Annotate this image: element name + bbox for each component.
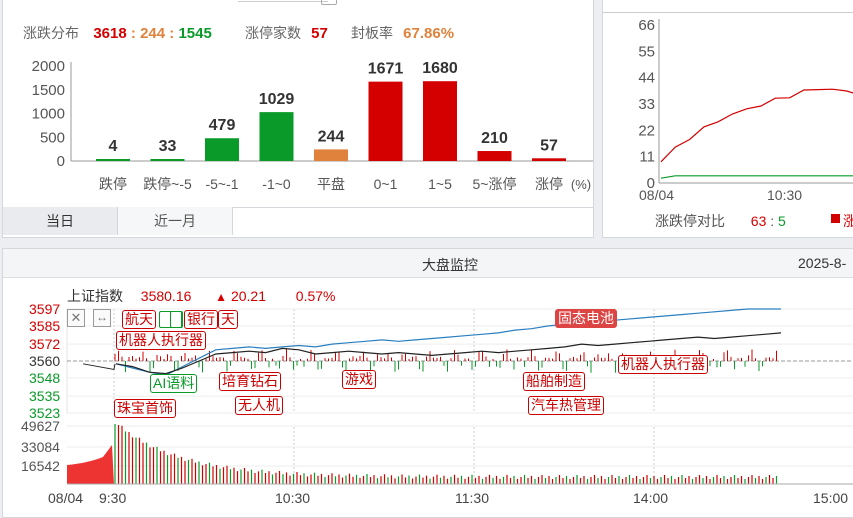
x-tick-label: 10:30 (767, 187, 802, 203)
x-tick-label: 涨停 (535, 176, 563, 192)
compare-legend: 涨跌停对比 63 : 5 (655, 211, 786, 231)
bar (314, 149, 348, 161)
x-tick-label: 14:00 (633, 490, 668, 506)
concept-tag[interactable]: 航天 (122, 310, 156, 329)
bar-value-label: 57 (540, 137, 558, 154)
bar-value-label: 210 (481, 130, 508, 147)
market-monitor-panel: 大盘监控 2025-8- 上证指数 3580.16 ▲ 20.21 0.57% … (2, 248, 853, 518)
compare-legend-label: 涨跌停对比 (655, 213, 725, 229)
concept-tag[interactable]: 无人机 (235, 396, 283, 415)
x-tick-label: 10:30 (275, 490, 310, 506)
tab-month[interactable]: 近一月 (117, 207, 233, 235)
concept-tag[interactable]: 汽车热管理 (528, 396, 604, 415)
legend-series-label: 涨 (843, 213, 853, 229)
x-tick-label: 9:30 (99, 490, 126, 506)
volume-tick-label: 33084 (21, 439, 60, 455)
x-tick-label: 跌停~-5 (143, 176, 192, 192)
legend-swatch-red (831, 214, 840, 223)
concept-tag[interactable]: 培育钻石 (219, 372, 281, 391)
bar (423, 81, 457, 161)
preopen-line (82, 363, 116, 371)
y-tick-label: 55 (638, 43, 655, 60)
y-tick-label: 1500 (32, 82, 65, 99)
y-tick-label: 3560 (29, 353, 60, 369)
bar-value-label: 1680 (422, 60, 458, 77)
bar (259, 112, 294, 161)
concept-tag-highlight[interactable]: 固态电池 (555, 309, 617, 328)
volume-tick-label: 16542 (21, 458, 60, 474)
concept-tag[interactable]: 天 (218, 310, 238, 329)
limit-compare-chart: 665544332211008/04 10:30 (638, 17, 853, 203)
x-tick-label: 0~1 (374, 176, 398, 192)
x-tick-label: 08/04 (639, 187, 674, 203)
compare-up: 63 (750, 213, 767, 229)
y-tick-label: 3585 (29, 318, 60, 334)
y-tick-label: 1000 (32, 106, 65, 123)
close-icon[interactable]: ✕ (67, 309, 85, 327)
x-tick-label: 平盘 (317, 176, 345, 192)
preopen-volume-area (67, 445, 114, 484)
y-tick-label: 44 (638, 70, 655, 87)
y-tick-label: 3535 (29, 388, 60, 404)
bar-value-label: 1671 (368, 61, 404, 78)
concept-tag[interactable]: 游戏 (342, 370, 376, 389)
x-tick-label: 跌停 (99, 176, 127, 192)
x-tick-label: 1~5 (428, 176, 452, 192)
volume-tick-label: 49627 (21, 418, 60, 434)
concept-tag[interactable]: 银行 (184, 310, 218, 329)
limit-compare-panel: 66 55 44 33 22 11 0 08/04 10:30 涨跌停对比 63 : 5 涨 (602, 0, 853, 238)
distribution-panel: 涨跌分布 3618 : 244 : 1545 涨停家数 57 封板率 67.86… (2, 0, 594, 238)
y-tick-label: 3572 (29, 336, 60, 352)
bar-value-label: 479 (209, 117, 236, 134)
intraday-chart: 3597358535723560354835353523496273308416… (21, 301, 853, 506)
bar-value-label: 33 (159, 138, 177, 155)
x-tick-label: -1~0 (262, 176, 291, 192)
x-tick-label: 11:30 (455, 490, 489, 506)
concept-tag[interactable]: 船舶制造 (523, 372, 585, 391)
y-tick-label: 3548 (29, 370, 60, 386)
y-tick-label: 2000 (32, 58, 65, 75)
compare-down: 5 (778, 213, 786, 229)
series-line (660, 175, 853, 179)
y-tick-label: 11 (639, 149, 655, 166)
distribution-bar-chart: 2000 1500 1000 500 0 4 跌停 33 跌停~-5 479 -5~-1 1029 -1… (32, 58, 593, 192)
concept-tag[interactable]: 珠宝首饰 (114, 399, 176, 418)
y-tick-label: 500 (40, 129, 65, 146)
y-tick-label: 66 (638, 17, 655, 34)
bar (96, 159, 130, 161)
bar (150, 159, 185, 161)
bar (205, 138, 239, 161)
bar (477, 151, 512, 161)
tab-today[interactable]: 当日 (3, 207, 117, 235)
compare-sep: : (770, 213, 775, 229)
bar (532, 158, 566, 161)
x-axis-unit: (%) (571, 177, 591, 192)
concept-tag[interactable]: AI语料 (150, 374, 198, 393)
y-tick-label: 0 (57, 153, 65, 170)
bar-value-label: 244 (318, 128, 345, 145)
expand-icon[interactable]: ↔ (93, 309, 111, 327)
bar-value-label: 4 (109, 138, 118, 155)
concept-tag[interactable]: 机器人执行器 (116, 331, 206, 350)
concept-tag-hidden[interactable] (170, 311, 182, 328)
y-tick-label: 22 (638, 122, 655, 139)
x-tick-label: 5~涨停 (473, 176, 517, 192)
series-line (660, 88, 853, 163)
x-tick-label: 15:00 (813, 490, 848, 506)
bar-value-label: 1029 (259, 91, 295, 108)
bar (368, 81, 403, 161)
x-tick-label: -5~-1 (205, 176, 238, 192)
concept-tag[interactable]: 机器人执行器 (618, 355, 708, 374)
y-tick-label: 3597 (29, 301, 60, 317)
y-tick-label: 33 (638, 96, 655, 113)
x-tick-label: 08/04 (48, 490, 83, 506)
